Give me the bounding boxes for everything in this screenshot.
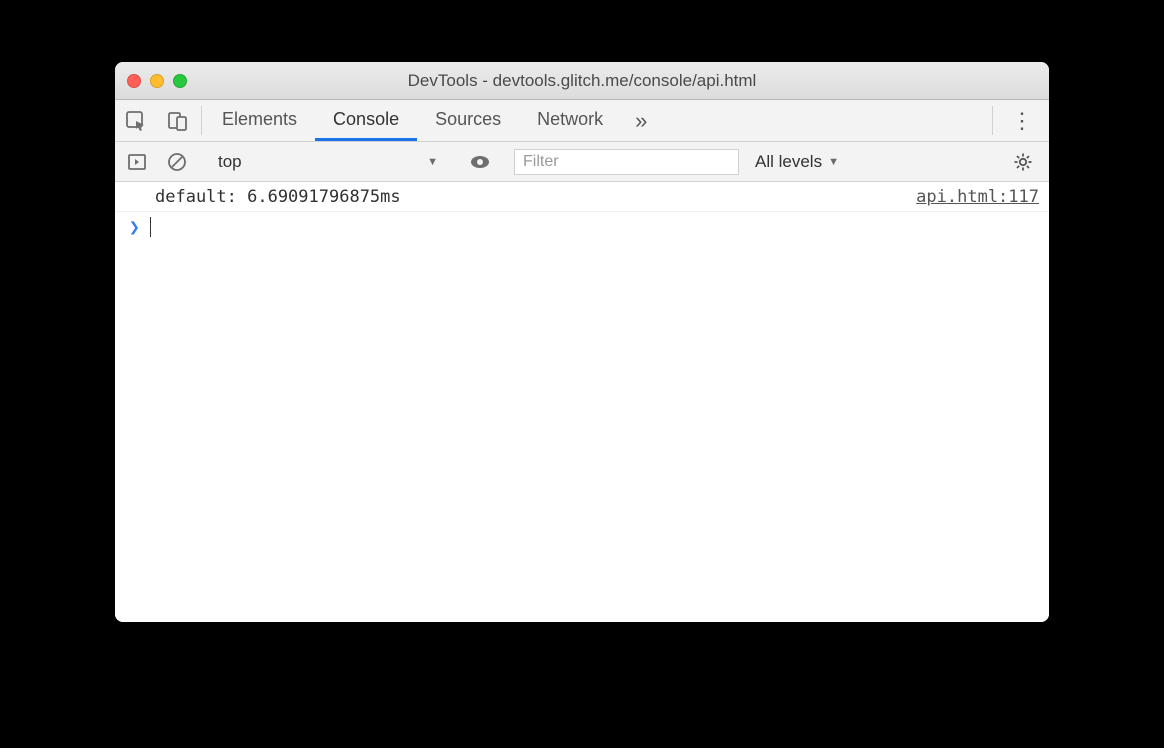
- main-tabbar: Elements Console Sources Network » ⋮: [115, 100, 1049, 142]
- device-toolbar-icon[interactable]: [157, 100, 199, 141]
- text-cursor: [150, 217, 151, 237]
- tab-label: Sources: [435, 109, 501, 130]
- minimize-window-button[interactable]: [150, 74, 164, 88]
- window-titlebar: DevTools - devtools.glitch.me/console/ap…: [115, 62, 1049, 100]
- tab-label: Network: [537, 109, 603, 130]
- live-expression-icon[interactable]: [463, 151, 497, 173]
- console-message-source-link[interactable]: api.html:117: [916, 187, 1039, 207]
- log-levels-label: All levels: [755, 152, 822, 172]
- close-window-button[interactable]: [127, 74, 141, 88]
- tab-network[interactable]: Network: [519, 100, 621, 141]
- filter-input[interactable]: [514, 149, 739, 175]
- console-prompt[interactable]: ❯: [115, 212, 1049, 242]
- console-toolbar: top ▼ All levels ▼: [115, 142, 1049, 182]
- prompt-caret-icon: ❯: [129, 217, 140, 238]
- kebab-icon: ⋮: [1011, 108, 1033, 134]
- console-output: default: 6.69091796875ms api.html:117 ❯: [115, 182, 1049, 622]
- execution-context-select[interactable]: top ▼: [210, 148, 446, 176]
- console-settings-icon[interactable]: [1003, 152, 1043, 172]
- tab-label: Console: [333, 109, 399, 130]
- tab-label: Elements: [222, 109, 297, 130]
- dropdown-caret-icon: ▼: [427, 156, 438, 168]
- dropdown-caret-icon: ▼: [828, 156, 839, 168]
- console-message-text: default: 6.69091796875ms: [155, 187, 904, 207]
- maximize-window-button[interactable]: [173, 74, 187, 88]
- tab-elements[interactable]: Elements: [204, 100, 315, 141]
- devtools-window: DevTools - devtools.glitch.me/console/ap…: [115, 62, 1049, 622]
- divider: [201, 106, 202, 135]
- console-message-row: default: 6.69091796875ms api.html:117: [115, 182, 1049, 212]
- toggle-console-sidebar-icon[interactable]: [121, 152, 153, 172]
- window-title: DevTools - devtools.glitch.me/console/ap…: [115, 71, 1049, 91]
- inspect-element-icon[interactable]: [115, 100, 157, 141]
- tab-console[interactable]: Console: [315, 100, 417, 141]
- traffic-lights: [127, 74, 187, 88]
- divider: [992, 106, 993, 135]
- more-tabs-button[interactable]: »: [621, 100, 661, 141]
- chevron-right-double-icon: »: [635, 108, 647, 134]
- panel-tabs: Elements Console Sources Network »: [204, 100, 990, 141]
- tab-sources[interactable]: Sources: [417, 100, 519, 141]
- customize-devtools-button[interactable]: ⋮: [995, 100, 1049, 141]
- execution-context-value: top: [218, 152, 242, 172]
- clear-console-icon[interactable]: [161, 152, 193, 172]
- log-levels-select[interactable]: All levels ▼: [747, 152, 847, 172]
